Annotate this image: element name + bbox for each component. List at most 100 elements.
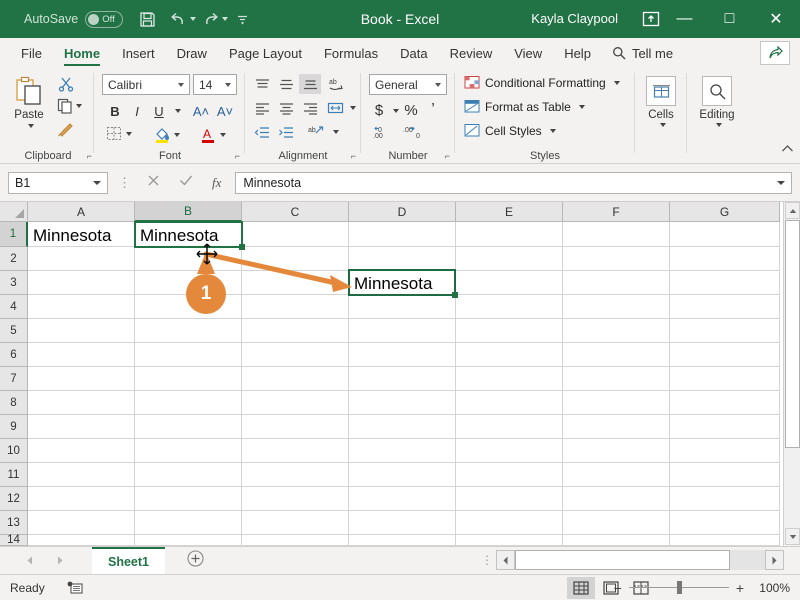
decrease-font-size-button[interactable]: A˅ (215, 101, 235, 121)
column-header-d[interactable]: D (349, 202, 456, 222)
ribbon-display-options-icon[interactable] (642, 10, 660, 33)
column-header-c[interactable]: C (242, 202, 349, 222)
column-header-a[interactable]: A (28, 202, 135, 222)
enter-icon[interactable] (179, 174, 193, 192)
grid-cell-D14[interactable] (349, 535, 456, 546)
vertical-scroll-thumb[interactable] (785, 220, 800, 448)
grid-cell-E14[interactable] (456, 535, 563, 546)
grid-cell-A11[interactable] (28, 463, 135, 487)
tab-review[interactable]: Review (439, 38, 504, 68)
grid-cell-E5[interactable] (456, 319, 563, 343)
grid-cell-A14[interactable] (28, 535, 135, 546)
redo-icon[interactable] (202, 12, 219, 27)
chevron-down-icon[interactable] (225, 82, 231, 87)
grid-cell-C11[interactable] (242, 463, 349, 487)
grid-cell-A12[interactable] (28, 487, 135, 511)
comma-format-button[interactable]: ’ (425, 100, 441, 120)
orientation-button[interactable]: ab (325, 74, 349, 94)
grid-cell-E10[interactable] (456, 439, 563, 463)
row-header-13[interactable]: 13 (0, 511, 28, 535)
row-header-6[interactable]: 6 (0, 343, 28, 367)
insert-function-icon[interactable]: fx (212, 175, 221, 191)
cell-styles-caret-icon[interactable] (549, 128, 556, 133)
grid-cell-G3[interactable] (670, 271, 780, 295)
grid-cell-D13[interactable] (349, 511, 456, 535)
record-macro-icon[interactable] (67, 580, 84, 595)
borders-button[interactable] (106, 126, 132, 142)
row-header-8[interactable]: 8 (0, 391, 28, 415)
grid-cell-C1[interactable] (242, 222, 349, 247)
zoom-in-button[interactable]: + (736, 580, 744, 596)
zoom-out-button[interactable]: − (614, 580, 622, 596)
grid-cell-E6[interactable] (456, 343, 563, 367)
maximize-button[interactable]: □ (707, 0, 752, 38)
grid-cell-D2[interactable] (349, 247, 456, 271)
grid-cell-F7[interactable] (563, 367, 670, 391)
close-button[interactable]: ✕ (752, 0, 800, 38)
sheet-bar-handle[interactable]: ⋮ (481, 554, 493, 566)
grid-cell-G5[interactable] (670, 319, 780, 343)
cut-button[interactable] (58, 76, 74, 92)
grid-cell-B5[interactable] (135, 319, 242, 343)
grid-cell-D12[interactable] (349, 487, 456, 511)
grid-cell-F10[interactable] (563, 439, 670, 463)
underline-caret-icon[interactable] (175, 109, 181, 113)
grid-cell-D7[interactable] (349, 367, 456, 391)
grid-cell-E9[interactable] (456, 415, 563, 439)
grid-cell-G13[interactable] (670, 511, 780, 535)
accounting-caret-icon[interactable] (393, 109, 399, 113)
grid-cell-C9[interactable] (242, 415, 349, 439)
grid-cell-F2[interactable] (563, 247, 670, 271)
increase-font-size-button[interactable]: A˄ (191, 101, 211, 121)
scroll-down-icon[interactable] (785, 528, 800, 545)
grid-cell-F4[interactable] (563, 295, 670, 319)
tab-file[interactable]: File (10, 38, 53, 68)
grid-cell-B9[interactable] (135, 415, 242, 439)
grid-cell-B10[interactable] (135, 439, 242, 463)
formula-input[interactable]: Minnesota (235, 171, 792, 194)
grid-cell-C14[interactable] (242, 535, 349, 546)
align-middle-button[interactable] (275, 74, 297, 94)
font-dialog-launcher[interactable]: ⌐ (235, 151, 240, 161)
column-header-f[interactable]: F (563, 202, 670, 222)
undo-icon[interactable] (170, 12, 187, 27)
grid-cell-B8[interactable] (135, 391, 242, 415)
row-header-7[interactable]: 7 (0, 367, 28, 391)
grid-cell-G4[interactable] (670, 295, 780, 319)
tab-view[interactable]: View (503, 38, 553, 68)
grid-cell-G10[interactable] (670, 439, 780, 463)
align-right-button[interactable] (299, 98, 321, 118)
font-size-input[interactable]: 14 (193, 74, 237, 95)
grid-cell-E13[interactable] (456, 511, 563, 535)
grid-cell-F13[interactable] (563, 511, 670, 535)
grid-cell-G6[interactable] (670, 343, 780, 367)
cells-button[interactable]: Cells (638, 76, 684, 127)
editing-caret-icon[interactable] (715, 123, 722, 127)
grid-cell-G14[interactable] (670, 535, 780, 546)
zoom-level-label[interactable]: 100% (759, 581, 790, 595)
scroll-right-icon[interactable] (765, 550, 784, 570)
cancel-icon[interactable] (147, 174, 160, 192)
grid-cell-D5[interactable] (349, 319, 456, 343)
cells-caret-icon[interactable] (659, 123, 666, 127)
undo-caret-icon[interactable] (190, 17, 197, 21)
grid-cell-A9[interactable] (28, 415, 135, 439)
wrap-text-button[interactable]: ab (304, 122, 328, 142)
grid-cell-G7[interactable] (670, 367, 780, 391)
row-header-14[interactable]: 14 (0, 534, 28, 546)
grid-cell-A2[interactable] (28, 247, 135, 271)
grid-cell-A7[interactable] (28, 367, 135, 391)
percent-format-button[interactable]: % (402, 100, 420, 120)
italic-button[interactable]: I (128, 101, 146, 121)
align-center-button[interactable] (275, 98, 297, 118)
grid-cell-D4[interactable] (349, 295, 456, 319)
grid-cell-D11[interactable] (349, 463, 456, 487)
borders-caret-icon[interactable] (126, 132, 132, 136)
tab-home[interactable]: Home (53, 38, 111, 68)
column-header-g[interactable]: G (670, 202, 780, 222)
paste-button[interactable]: Paste (6, 74, 52, 146)
grid-cell-G2[interactable] (670, 247, 780, 271)
grid-cell-C10[interactable] (242, 439, 349, 463)
scroll-left-icon[interactable] (496, 550, 515, 570)
grid-cell-C12[interactable] (242, 487, 349, 511)
